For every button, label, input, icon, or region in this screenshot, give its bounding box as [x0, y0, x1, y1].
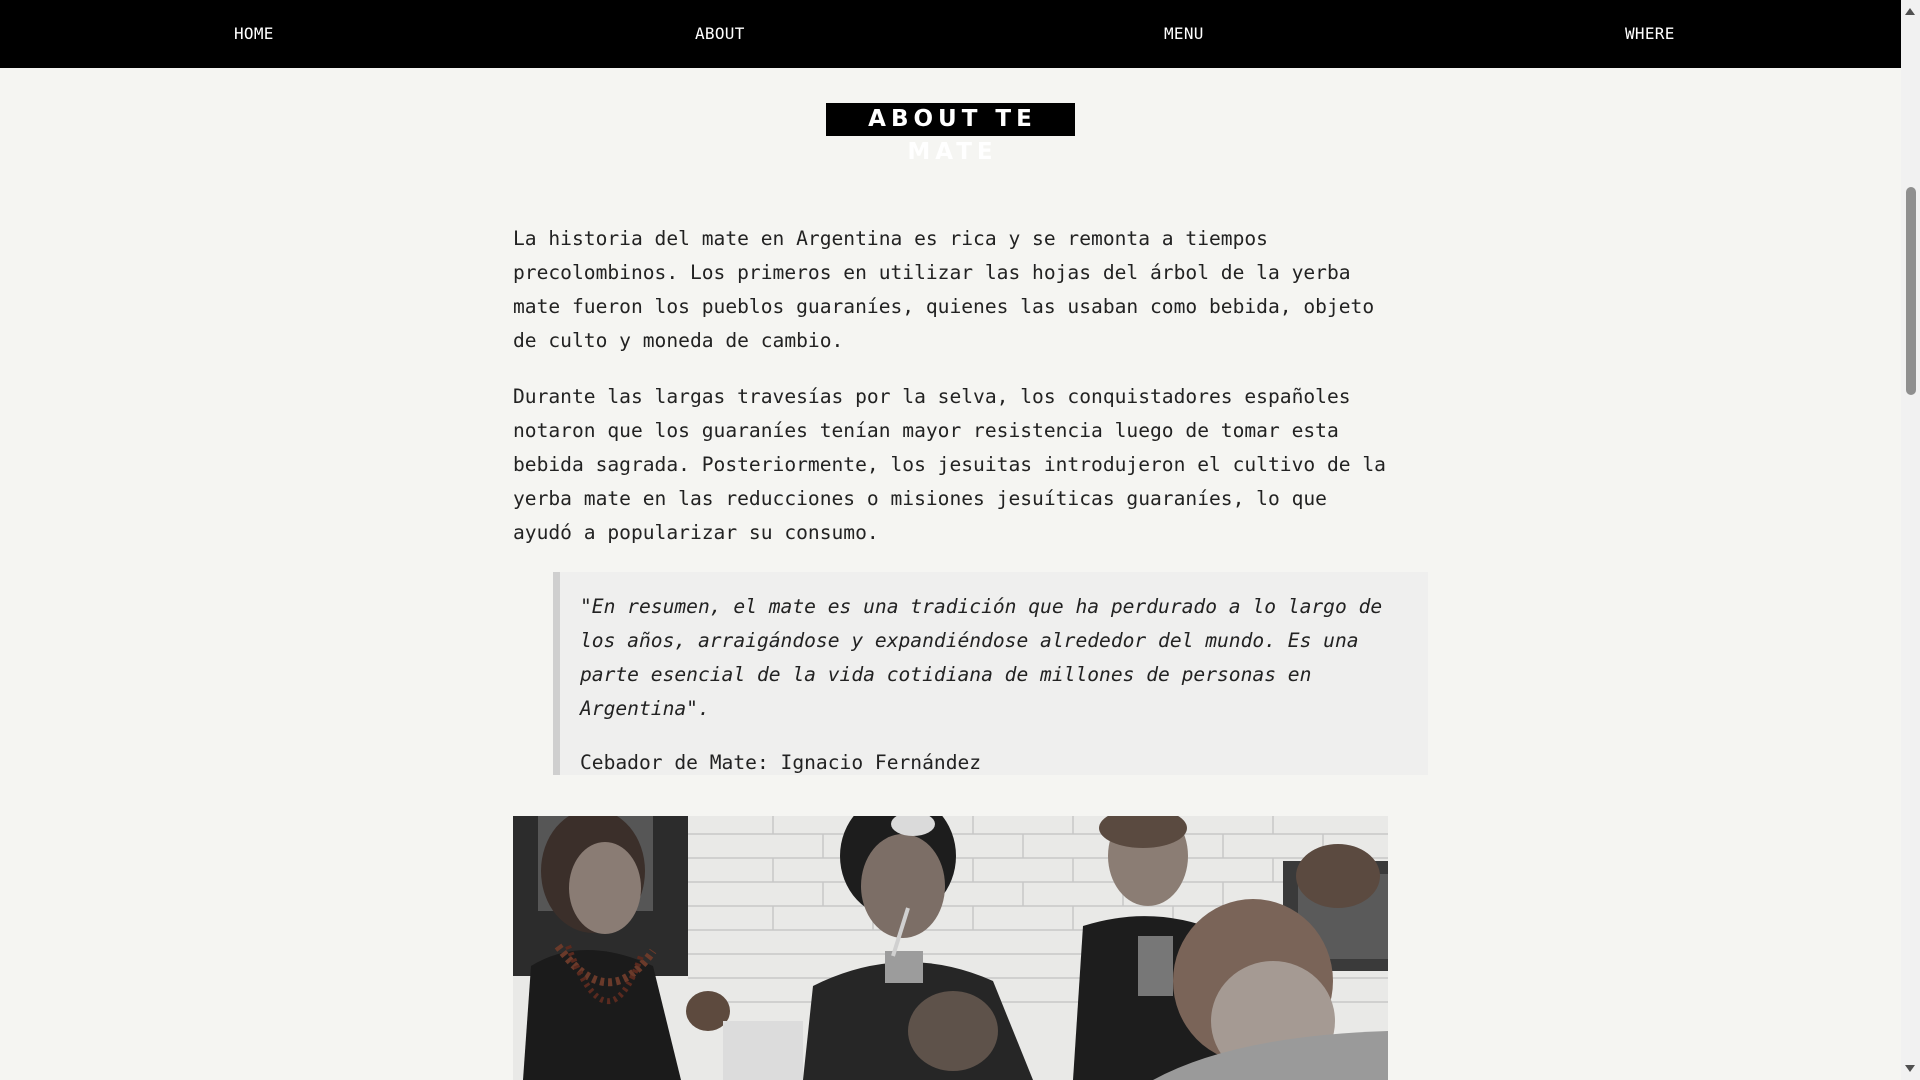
nav-home-link[interactable]: HOME: [234, 24, 274, 43]
quote-block: "En resumen, el mate es una tradición qu…: [553, 572, 1428, 775]
history-paragraph-1: La historia del mate en Argentina es ric…: [513, 227, 1375, 352]
nav-menu-link[interactable]: MENU: [1164, 24, 1204, 43]
vertical-scrollbar[interactable]: [1901, 0, 1920, 1080]
quote-author: Cebador de Mate: Ignacio Fernández: [580, 751, 982, 774]
scrollbar-thumb[interactable]: [1906, 187, 1916, 395]
quote-text: "En resumen, el mate es una tradición qu…: [580, 595, 1383, 720]
scroll-up-arrow-icon[interactable]: [1905, 8, 1915, 15]
page-viewport: HOME ABOUT MENU WHERE ABOUT TE MATE La h…: [0, 0, 1901, 1080]
history-paragraph-2: Durante las largas travesías por la selv…: [513, 385, 1386, 544]
nav-where-link[interactable]: WHERE: [1625, 24, 1675, 43]
nav-about-link[interactable]: ABOUT: [695, 24, 745, 43]
mate-group-photo: [513, 816, 1388, 1080]
page-title: ABOUT TE MATE: [826, 103, 1075, 165]
top-navigation: HOME ABOUT MENU WHERE: [0, 0, 1901, 68]
about-content: La historia del mate en Argentina es ric…: [513, 222, 1428, 791]
scroll-down-arrow-icon[interactable]: [1905, 1065, 1915, 1072]
mate-photo-image: [513, 816, 1388, 1080]
